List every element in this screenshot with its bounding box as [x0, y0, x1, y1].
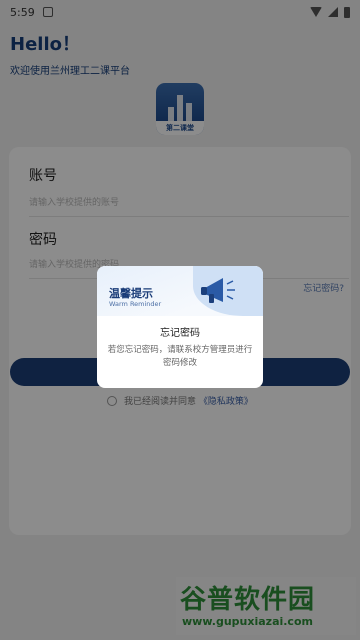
megaphone-icon: [201, 278, 235, 303]
dialog-subtitle: Warm Reminder: [109, 300, 162, 308]
dialog-header: 温馨提示 Warm Reminder: [97, 266, 263, 316]
dialog-message: 若您忘记密码，请联系校方管理员进行密码修改: [107, 345, 253, 368]
dialog-message-title: 忘记密码: [160, 328, 200, 339]
reminder-dialog: 温馨提示 Warm Reminder 忘记密码 若您忘记密码，请联系校方管理员进…: [97, 266, 263, 388]
dialog-title: 温馨提示: [109, 287, 153, 300]
